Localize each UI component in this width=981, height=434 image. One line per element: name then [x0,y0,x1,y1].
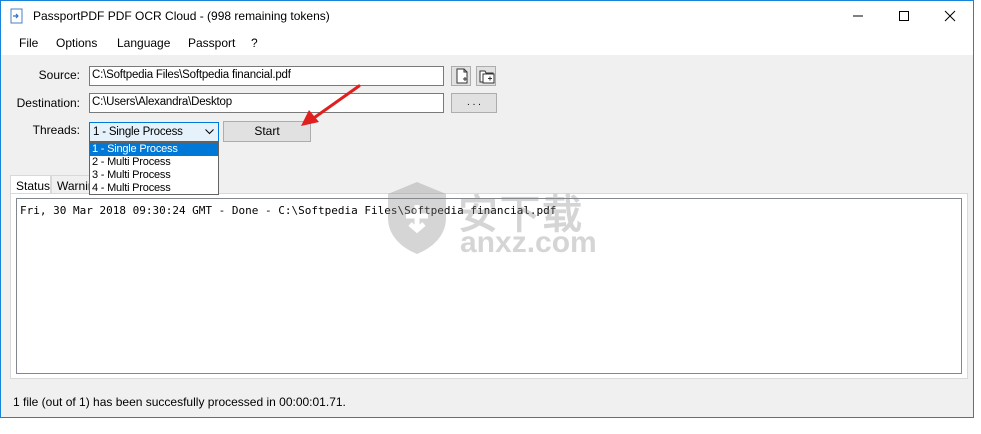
add-file-icon [456,68,468,84]
threads-selected-value: 1 - Single Process [93,126,183,138]
threads-option-3[interactable]: 3 - Multi Process [90,169,218,182]
threads-select[interactable]: 1 - Single Process [89,122,219,142]
threads-label: Threads: [32,123,80,137]
tab-status[interactable]: Status [10,175,51,194]
status-message: 1 file (out of 1) has been succesfully p… [13,395,346,409]
threads-option-1[interactable]: 1 - Single Process [90,143,218,156]
browse-button[interactable]: . . . [451,93,497,113]
source-label: Source: [38,68,80,82]
menu-help[interactable]: ? [251,36,258,50]
close-icon [944,10,956,22]
threads-dropdown-list: 1 - Single Process 2 - Multi Process 3 -… [89,142,219,195]
menu-passport[interactable]: Passport [188,36,235,50]
title-bar[interactable]: PassportPDF PDF OCR Cloud - (998 remaini… [1,1,973,31]
add-folder-icon [479,70,495,84]
threads-option-2[interactable]: 2 - Multi Process [90,156,218,169]
close-button[interactable] [927,1,973,31]
menu-file[interactable]: File [19,36,38,50]
threads-option-4[interactable]: 4 - Multi Process [90,182,218,195]
destination-input[interactable]: C:\Users\Alexandra\Desktop [89,93,444,113]
watermark-domain-text: anxz.com [460,226,597,259]
window-title: PassportPDF PDF OCR Cloud - (998 remaini… [33,9,330,23]
add-file-button[interactable] [451,66,471,86]
source-input[interactable]: C:\Softpedia Files\Softpedia financial.p… [89,66,444,86]
menu-options[interactable]: Options [56,36,97,50]
watermark: 安下载 anxz.com [382,178,602,264]
maximize-button[interactable] [881,1,927,31]
shield-icon [388,182,446,254]
minimize-icon [853,15,863,17]
add-folder-button[interactable] [476,66,496,86]
red-arrow-annotation [301,84,361,126]
chevron-down-icon [205,129,214,135]
menu-language[interactable]: Language [117,36,170,50]
menu-bar: File Options Language Passport ? [1,31,973,55]
destination-label: Destination: [16,96,80,110]
minimize-button[interactable] [835,1,881,31]
app-icon [9,8,25,24]
maximize-icon [899,11,909,21]
